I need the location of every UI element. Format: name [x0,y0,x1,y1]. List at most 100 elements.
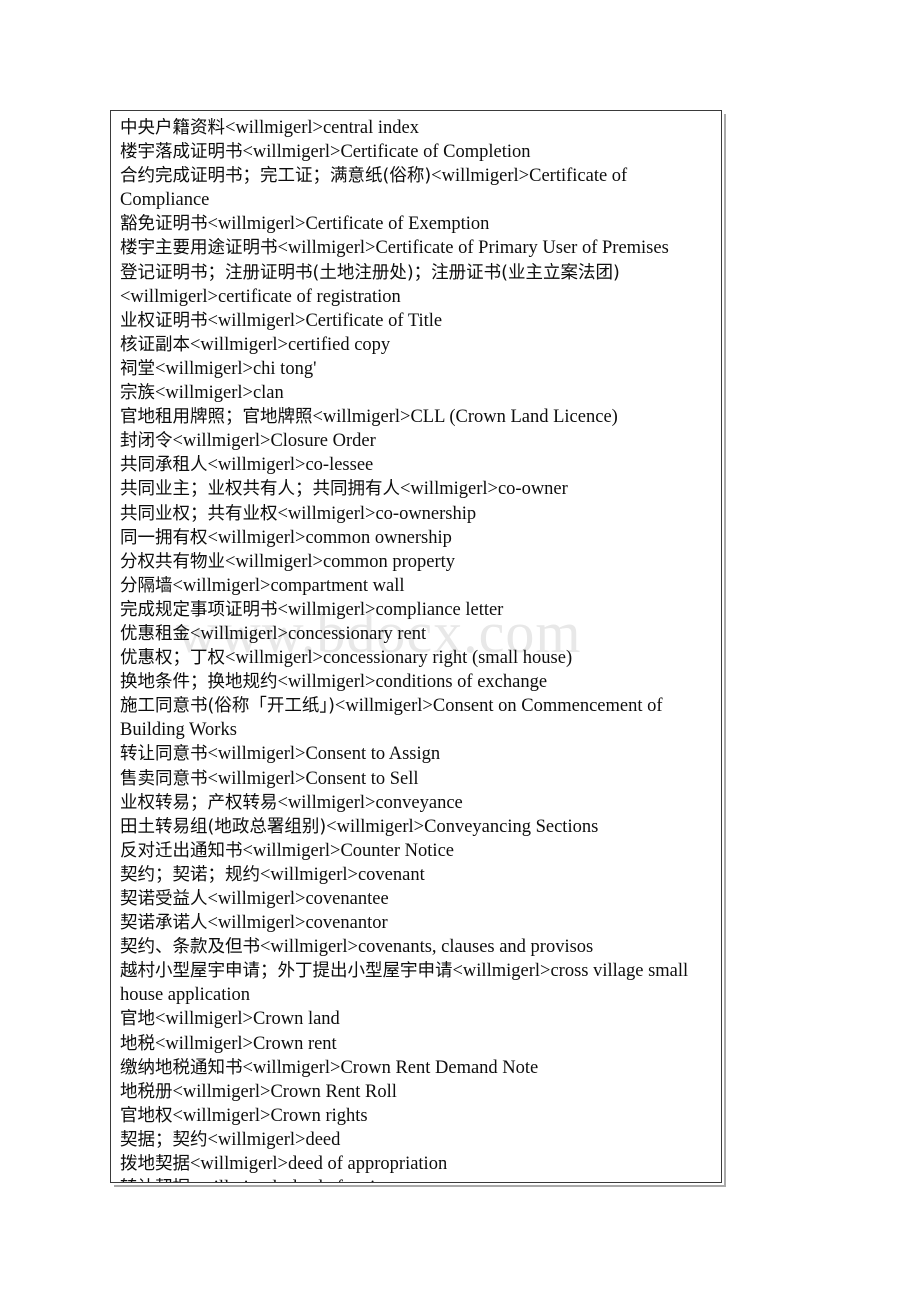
glossary-entry: 合约完成证明书；完工证；满意纸(俗称)<willmigerl>Certifica… [120,164,713,212]
glossary-entry-separator: <willmigerl> [207,768,306,789]
glossary-entry-english: co-lessee [305,455,374,476]
glossary-entry-separator: <willmigerl> [242,1057,341,1078]
glossary-entry: 官地<willmigerl>Crown land [120,1007,713,1031]
glossary-entry-separator: <willmigerl> [155,1009,253,1030]
glossary-entry-chinese: 拨地契据 [120,1154,190,1175]
glossary-entry-separator: <willmigerl> [260,864,358,885]
glossary-entry: 官地权<willmigerl>Crown rights [120,1104,713,1128]
glossary-entry-chinese: 转让契据 [120,1178,190,1182]
glossary-entry-chinese: 核证副本 [120,334,190,355]
glossary-entry-separator: <willmigerl> [190,1154,288,1175]
glossary-entry-separator: <willmigerl> [207,310,306,331]
glossary-entry-chinese: 优惠权；丁权 [120,648,225,669]
glossary-entry-chinese: 地税册 [120,1081,173,1102]
glossary-entry-chinese: 官地权 [120,1105,173,1126]
glossary-entry: 共同承租人<willmigerl>co-lessee [120,453,713,477]
glossary-entry-english: Counter Notice [340,840,454,861]
glossary-entry-separator: <willmigerl> [172,575,271,596]
glossary-entry-english: CLL (Crown Land Licence) [410,407,618,428]
glossary-entry-chinese: 售卖同意书 [120,768,208,789]
glossary-entry-separator: <willmigerl> [172,431,271,452]
glossary-entry-english: common property [322,551,455,572]
glossary-entry-english: Closure Order [270,431,376,452]
glossary-entry: 契约；契诺；规约<willmigerl>covenant [120,863,713,887]
glossary-entry-english: concessionary right (small house) [322,648,573,669]
glossary-entry-english: clan [252,383,284,404]
glossary-entry-separator: <willmigerl> [225,648,323,669]
glossary-entry-chinese: 共同业主；业权共有人；共同拥有人 [120,479,400,500]
glossary-entry-chinese: 优惠租金 [120,623,190,644]
glossary-entry-separator: <willmigerl> [172,1081,271,1102]
glossary-entry-english: covenantee [305,889,389,909]
glossary-entry: 分隔墙<willmigerl>compartment wall [120,574,713,598]
glossary-entry: 换地条件；换地规约<willmigerl>conditions of excha… [120,670,713,694]
glossary-entry-chinese: 业权证明书 [120,310,208,331]
glossary-entry-chinese: 宗族 [120,383,155,404]
glossary-entry-separator: <willmigerl> [452,961,551,982]
glossary-entry-separator: <willmigerl> [277,792,376,813]
glossary-entry-english: covenantor [305,913,388,934]
glossary-entry-english: deed [305,1129,341,1150]
glossary-entry-separator: <willmigerl> [277,672,376,693]
glossary-entry-separator: <willmigerl> [155,383,253,404]
glossary-entry-english: Consent to Assign [305,744,441,765]
glossary-entry-chinese: 反对迁出通知书 [120,840,243,861]
glossary-entry-english: Crown rights [270,1105,368,1126]
glossary-entry-chinese: 地税 [120,1033,155,1054]
glossary-entry-chinese: 业权转易；产权转易 [120,792,278,813]
glossary-entry: 契约、条款及但书<willmigerl>covenants, clauses a… [120,935,713,959]
glossary-entry: 转让同意书<willmigerl>Consent to Assign [120,742,713,766]
glossary-entry-chinese: 官地租用牌照；官地牌照 [120,407,313,428]
glossary-table-frame: 中央户籍资料<willmigerl>central index 楼宇落成证明书<w… [110,110,726,1187]
glossary-entry: 祠堂<willmigerl>chi tong' [120,357,713,381]
glossary-entry-english: Crown land [252,1009,340,1030]
glossary-entry-separator: <willmigerl> [277,599,376,620]
glossary-entry-english: co-ownership [375,503,477,524]
glossary-entry-separator: <willmigerl> [207,889,306,909]
glossary-entry: 同一拥有权<willmigerl>common ownership [120,526,713,550]
glossary-entry: 分权共有物业<willmigerl>common property [120,550,713,574]
glossary-entry-separator: <willmigerl> [207,1129,306,1150]
glossary-entry-english: Certificate of Completion [340,142,531,163]
glossary-entry: 优惠租金<willmigerl>concessionary rent [120,622,713,646]
glossary-entry: 契诺受益人<willmigerl>covenantee [120,887,713,911]
glossary-entry-separator: <willmigerl> [400,479,498,500]
glossary-entry-separator: <willmigerl> [190,1178,288,1182]
glossary-entry-separator: <willmigerl> [207,913,306,934]
document-page: www.bdocx.com 中央户籍资料<willmigerl>central … [0,0,920,1302]
glossary-entry-separator: <willmigerl> [207,455,306,476]
glossary-entry-separator: <willmigerl> [277,238,376,259]
glossary-entry-separator: <willmigerl> [190,334,288,355]
glossary-entry-english: Certificate of Exemption [305,214,490,235]
glossary-entry-chinese: 同一拥有权 [120,527,208,548]
glossary-entry-english: Certificate of Title [305,310,443,331]
glossary-entry-chinese: 官地 [120,1009,155,1030]
glossary-entry-separator: <willmigerl> [207,527,306,548]
glossary-entry-chinese: 分隔墙 [120,575,173,596]
glossary-entry-english: chi tong' [252,358,317,379]
glossary-entry-chinese: 契据；契约 [120,1129,208,1150]
glossary-entry-separator: <willmigerl> [312,407,411,428]
glossary-entry-english: Consent to Sell [305,768,419,789]
glossary-entry-english: conditions of exchange [375,672,548,693]
glossary-entry-chinese: 分权共有物业 [120,551,225,572]
glossary-entry: 契据；契约<willmigerl>deed [120,1128,713,1152]
glossary-entry-english: deed of appropriation [287,1154,448,1175]
glossary-entry: 业权转易；产权转易<willmigerl>conveyance [120,791,713,815]
glossary-entry-separator: <willmigerl> [242,840,341,861]
glossary-entry-english: certificate of registration [217,286,401,307]
glossary-entry-english: Crown Rent Roll [270,1081,397,1102]
glossary-entry: 豁免证明书<willmigerl>Certificate of Exemptio… [120,212,713,236]
glossary-entry: 宗族<willmigerl>clan [120,381,713,405]
glossary-entry: 反对迁出通知书<willmigerl>Counter Notice [120,839,713,863]
glossary-entry: 封闭令<willmigerl>Closure Order [120,429,713,453]
glossary-entry-english: covenants, clauses and provisos [357,937,594,958]
glossary-entry-chinese: 中央户籍资料 [120,118,225,138]
glossary-entry-english: conveyance [375,792,463,813]
glossary-entry-chinese: 契诺受益人 [120,889,208,909]
glossary-entry: 地税<willmigerl>Crown rent [120,1032,713,1056]
glossary-entry-separator: <willmigerl> [277,503,376,524]
glossary-entry-separator: <willmigerl> [225,118,323,138]
glossary-entry: 楼宇主要用途证明书<willmigerl>Certificate of Prim… [120,236,713,260]
glossary-entry: 业权证明书<willmigerl>Certificate of Title [120,309,713,333]
